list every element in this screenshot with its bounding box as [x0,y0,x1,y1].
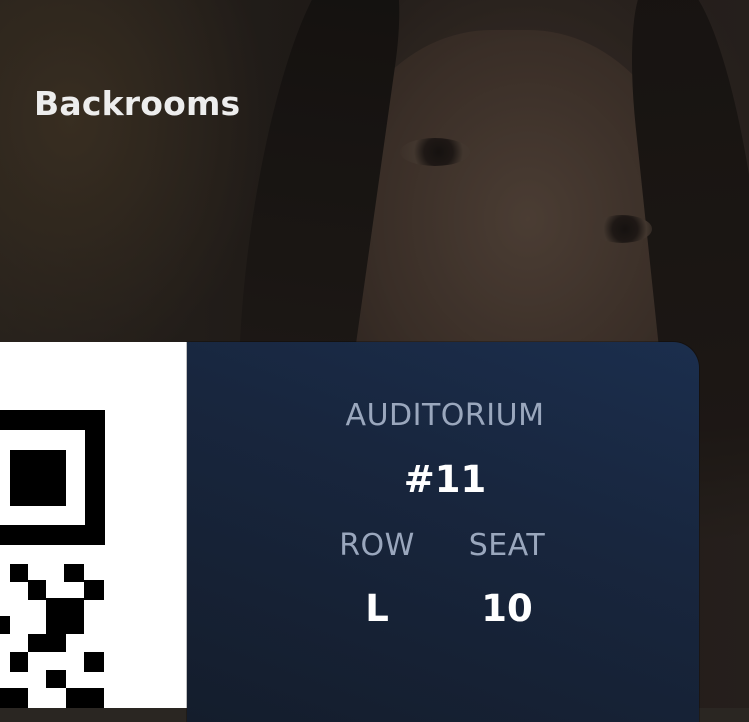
qr-module [0,616,10,634]
seat-value: 10 [481,587,533,630]
auditorium-value: #11 [403,458,487,501]
auditorium-label: AUDITORIUM [345,398,545,433]
movie-title: Backrooms [34,84,241,123]
qr-module [46,670,66,688]
qr-module [46,616,84,634]
ticket-details-panel: AUDITORIUM #11 ROW L SEAT 10 [187,342,699,722]
qr-module [0,688,28,708]
qr-module [28,580,46,600]
qr-module [46,598,66,618]
qr-code-icon [0,410,105,708]
qr-module [66,688,104,708]
qr-module [64,564,84,582]
qr-module [84,652,104,672]
row-value: L [365,587,389,630]
seat-label: SEAT [468,528,546,563]
qr-code-panel[interactable] [0,342,187,708]
qr-module [66,598,84,618]
qr-module [10,564,28,582]
qr-finder-inner [10,450,66,506]
row-label: ROW [339,528,415,563]
qr-module [10,652,28,672]
qr-module [84,580,104,600]
qr-module [28,634,66,652]
